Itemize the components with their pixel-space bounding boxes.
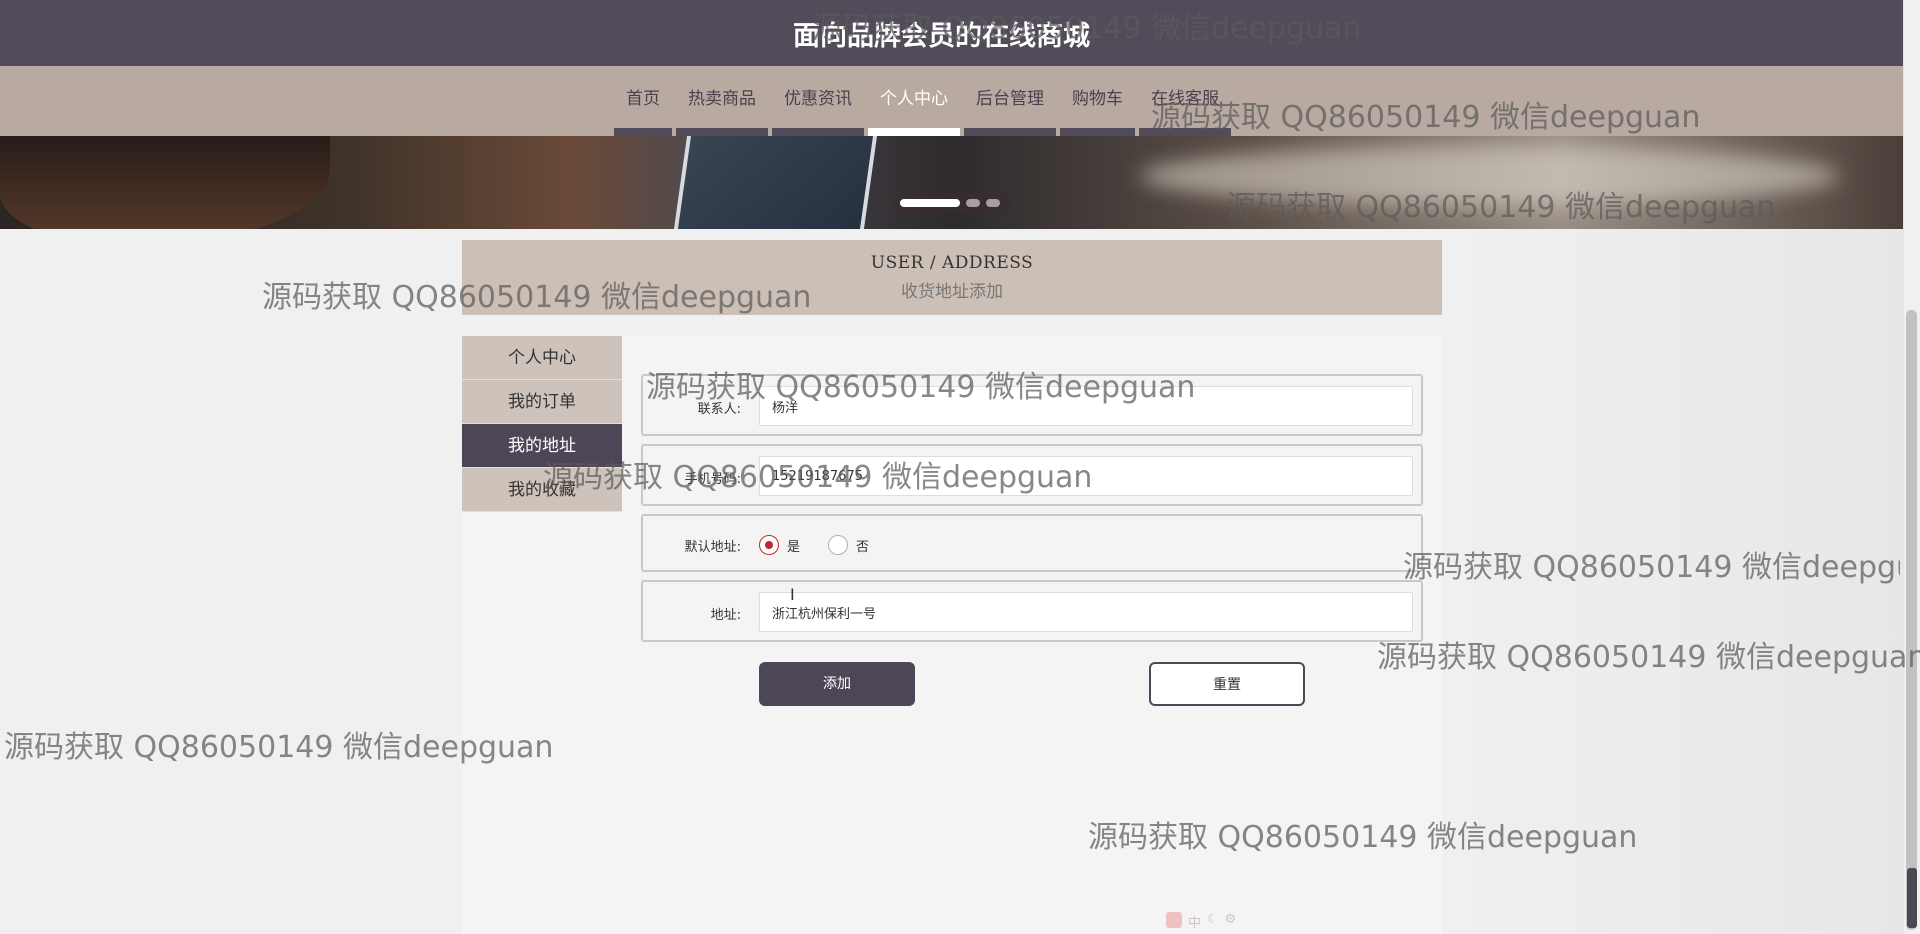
default-address-radio-group: 是 否 (759, 535, 897, 555)
nav-item-promotions[interactable]: 优惠资讯 (770, 66, 866, 136)
sidebar-item-my-favorites[interactable]: 我的收藏 (462, 468, 622, 512)
nav-item-label: 个人中心 (880, 89, 948, 109)
radio-label: 否 (856, 539, 870, 555)
sidebar-item-personal-center[interactable]: 个人中心 (462, 336, 622, 380)
address-label: 地址: (710, 608, 741, 623)
nav-item-label: 热卖商品 (688, 89, 756, 109)
add-button[interactable]: 添加 (759, 662, 915, 706)
banner-tablet-image (671, 136, 879, 229)
nav-item-label: 后台管理 (976, 89, 1044, 109)
page-header-english: USER / ADDRESS (870, 253, 1034, 273)
default-no-radio[interactable]: 否 (828, 535, 869, 555)
default-address-label: 默认地址: (684, 540, 741, 555)
radio-unchecked-icon (828, 535, 849, 555)
nav-item-label: 优惠资讯 (784, 89, 852, 109)
phone-input[interactable] (759, 456, 1413, 496)
default-yes-radio[interactable]: 是 (759, 535, 800, 555)
text-cursor-icon: I (790, 585, 795, 604)
nav-item-home[interactable]: 首页 (612, 66, 674, 136)
carousel-dot-2[interactable] (966, 199, 980, 207)
main-nav: 首页 热卖商品 优惠资讯 个人中心 后台管理 购物车 在线客服 (612, 66, 1233, 136)
nav-item-hot-products[interactable]: 热卖商品 (674, 66, 770, 136)
ime-mode-label: 中 (1188, 916, 1202, 931)
address-input[interactable] (759, 592, 1413, 632)
scrollbar-thumb[interactable] (1906, 310, 1917, 930)
main-navbar: 首页 热卖商品 优惠资讯 个人中心 后台管理 购物车 在线客服 (0, 66, 1903, 136)
sidebar-item-my-address[interactable]: 我的地址 (462, 424, 622, 468)
sidebar-item-my-orders[interactable]: 我的订单 (462, 380, 622, 424)
page-header: USER / ADDRESS 收货地址添加 (462, 240, 1442, 315)
radio-label: 是 (787, 539, 801, 555)
reset-button[interactable]: 重置 (1149, 662, 1305, 706)
address-field-group: 地址: (641, 580, 1423, 642)
background-panel (1440, 229, 1903, 934)
banner-coffee-cup-image (0, 136, 330, 229)
contact-field-group: 联系人: (641, 374, 1423, 436)
ime-logo-icon (1166, 912, 1182, 928)
nav-item-customer-service[interactable]: 在线客服 (1137, 66, 1233, 136)
default-address-field-group: 默认地址: 是 否 (641, 514, 1423, 572)
radio-checked-icon (759, 535, 779, 555)
banner-carousel (0, 136, 1903, 229)
nav-item-admin[interactable]: 后台管理 (962, 66, 1058, 136)
carousel-indicators (891, 193, 1011, 213)
phone-label: 手机号码: (684, 472, 741, 487)
contact-input[interactable] (759, 386, 1413, 426)
site-title: 面向品牌会员的在线商城 (793, 21, 1090, 52)
ime-moon-icon: ☾ (1207, 912, 1219, 927)
page-title: 收货地址添加 (901, 282, 1003, 302)
top-header: 面向品牌会员的在线商城 (0, 0, 1903, 66)
ime-settings-icon: ⚙ (1224, 912, 1237, 927)
nav-item-label: 购物车 (1072, 89, 1123, 109)
contact-label: 联系人: (697, 402, 741, 417)
sidebar: 个人中心 我的订单 我的地址 我的收藏 (462, 336, 622, 512)
nav-item-cart[interactable]: 购物车 (1058, 66, 1137, 136)
ime-toolbar[interactable]: 中 ☾ ⚙ (1166, 912, 1236, 931)
nav-item-label: 首页 (626, 89, 660, 109)
scrollbar-grip[interactable] (1907, 868, 1917, 928)
phone-field-group: 手机号码: (641, 444, 1423, 506)
carousel-dot-3[interactable] (986, 199, 1000, 207)
nav-item-label: 在线客服 (1151, 89, 1219, 109)
carousel-dot-1[interactable] (900, 199, 960, 207)
banner-background-image (1140, 146, 1840, 206)
nav-item-personal-center[interactable]: 个人中心 (866, 66, 962, 136)
